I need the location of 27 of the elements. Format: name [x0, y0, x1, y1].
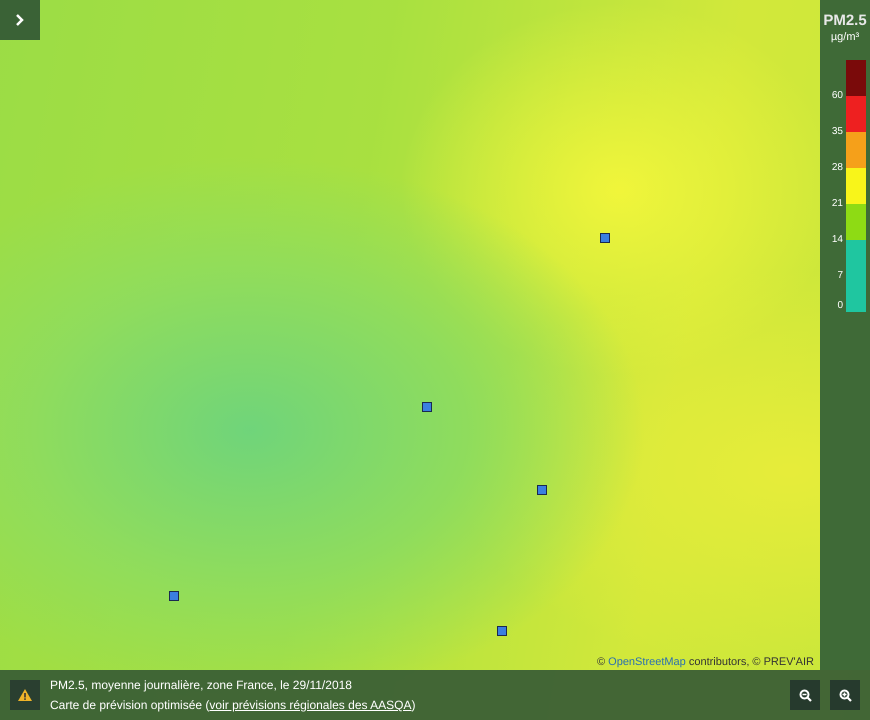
scale-label: 21	[832, 198, 843, 210]
scale-label: 60	[832, 90, 843, 102]
station-marker[interactable]	[600, 233, 610, 243]
scale-label: 14	[832, 234, 843, 246]
attribution-text: © OpenStreetMap contributors, © PREV'AIR	[596, 655, 814, 670]
legend-unit: µg/m³	[830, 30, 860, 44]
map-note: Carte de prévision optimisée (voir prévisions régionales des AASQA)	[50, 697, 416, 714]
scale-label: 0	[837, 300, 843, 312]
map-description: PM2.5, moyenne journalière, zone France, le 29/11/2018	[50, 677, 353, 694]
scale-label: 35	[832, 126, 843, 138]
warning-icon	[18, 689, 32, 701]
station-marker[interactable]	[422, 402, 432, 412]
warning-button[interactable]	[10, 680, 40, 710]
station-marker[interactable]	[169, 591, 179, 601]
zoom-in-button[interactable]	[830, 680, 860, 710]
scale-label: 28	[832, 162, 843, 174]
regional-forecasts-link[interactable]: voir prévisions régionales des AASQA	[209, 698, 412, 712]
scale-label: 7	[837, 270, 843, 282]
legend-title: PM2.5	[823, 12, 867, 30]
zoom-out-button[interactable]	[790, 680, 820, 710]
expand-panel-button[interactable]	[0, 0, 40, 40]
zoom-out-icon	[798, 688, 812, 702]
zoom-in-icon	[838, 688, 852, 702]
chevron-right-icon	[15, 14, 25, 26]
station-marker[interactable]	[497, 626, 507, 636]
openstreetmap-link[interactable]: OpenStreetMap	[608, 656, 686, 668]
station-marker[interactable]	[537, 485, 547, 495]
